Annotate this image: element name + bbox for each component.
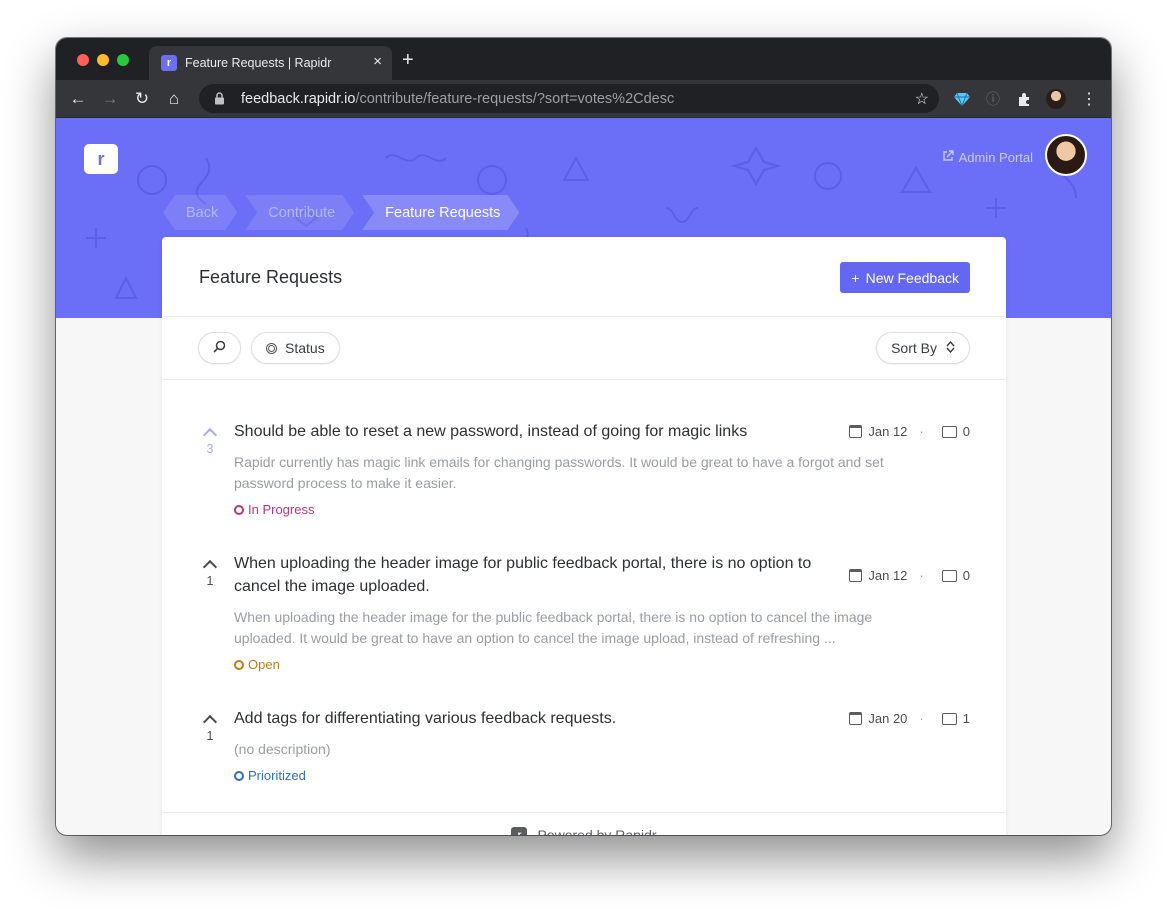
feedback-title[interactable]: Add tags for differentiating various fee… xyxy=(234,707,834,730)
feedback-meta: Jan 12 · 0 xyxy=(849,424,970,439)
home-icon[interactable]: ⌂ xyxy=(164,89,184,109)
comment-icon xyxy=(941,712,957,725)
tab-title: Feature Requests | Rapidr xyxy=(185,56,332,70)
meta-separator: · xyxy=(919,424,924,439)
profile-avatar[interactable] xyxy=(1046,89,1066,109)
status-ring-icon xyxy=(234,504,244,515)
rapidr-logo[interactable]: r xyxy=(84,144,118,174)
comment-icon xyxy=(941,569,957,582)
gem-extension-icon[interactable] xyxy=(952,89,972,109)
new-tab-button[interactable]: + xyxy=(402,50,414,70)
feedback-list: 3 Should be able to reset a new password… xyxy=(162,380,1006,792)
browser-toolbar: ← → ↻ ⌂ feedback.rapidr.io/contribute/fe… xyxy=(56,80,1111,118)
new-feedback-button[interactable]: + New Feedback xyxy=(840,262,970,293)
status-badge: In Progress xyxy=(234,502,314,517)
board-header: Feature Requests + New Feedback xyxy=(162,237,1006,317)
sort-by-dropdown[interactable]: Sort By xyxy=(876,332,970,364)
vote-count: 3 xyxy=(206,442,214,456)
tab-strip: r Feature Requests | Rapidr × + xyxy=(56,38,1111,80)
external-link-icon xyxy=(942,150,954,165)
forward-arrow-icon[interactable]: → xyxy=(100,89,120,109)
reload-icon[interactable]: ↻ xyxy=(132,89,152,109)
calendar-icon xyxy=(849,425,863,438)
feedback-date: Jan 12 xyxy=(868,424,908,439)
puzzle-extensions-icon[interactable] xyxy=(1014,89,1034,109)
breadcrumb-back[interactable]: Back xyxy=(163,195,237,230)
feedback-title[interactable]: Should be able to reset a new password, … xyxy=(234,420,834,443)
powered-by-label: Powered by Rapidr xyxy=(537,827,657,835)
browser-window: r Feature Requests | Rapidr × + ← → ↻ ⌂ … xyxy=(56,38,1111,835)
upvote-arrow-icon xyxy=(202,714,218,730)
powered-by-footer[interactable]: r Powered by Rapidr xyxy=(162,812,1006,835)
url-path: /contribute/feature-requests/?sort=votes… xyxy=(355,90,675,107)
new-feedback-label: New Feedback xyxy=(865,269,959,286)
search-icon xyxy=(213,340,226,356)
sort-by-label: Sort By xyxy=(891,340,937,356)
filter-bar: Status Sort By xyxy=(162,317,1006,380)
browser-menu-icon[interactable]: ⋮ xyxy=(1079,89,1099,109)
maximize-window-button[interactable] xyxy=(117,54,129,66)
minimize-window-button[interactable] xyxy=(97,54,109,66)
status-badge: Prioritized xyxy=(234,768,306,783)
plus-icon: + xyxy=(851,269,860,286)
tab-close-icon[interactable]: × xyxy=(373,54,382,70)
calendar-icon xyxy=(849,569,863,582)
bookmark-star-icon[interactable]: ☆ xyxy=(915,89,929,109)
upvote-arrow-icon xyxy=(202,427,218,443)
feedback-meta: Jan 20 · 1 xyxy=(849,711,970,726)
status-label: Open xyxy=(248,657,280,672)
comment-count: 0 xyxy=(962,424,970,439)
info-extension-icon[interactable]: ⓘ xyxy=(983,89,1003,109)
status-ring-icon xyxy=(234,659,244,670)
feedback-board-card: Feature Requests + New Feedback Status S… xyxy=(162,237,1006,835)
back-arrow-icon[interactable]: ← xyxy=(68,89,88,109)
status-ring-icon xyxy=(234,770,244,781)
page-title: Feature Requests xyxy=(199,267,343,287)
status-filter-icon xyxy=(266,342,277,354)
upvote-button[interactable]: 3 xyxy=(200,427,220,456)
feedback-description: (no description) xyxy=(234,741,331,757)
user-avatar[interactable] xyxy=(1045,134,1087,176)
status-badge: Open xyxy=(234,657,280,672)
upvote-arrow-icon xyxy=(202,559,218,575)
feedback-description: Rapidr currently has magic link emails f… xyxy=(234,454,884,491)
comment-count: 0 xyxy=(962,568,970,583)
search-button[interactable] xyxy=(198,332,241,364)
close-window-button[interactable] xyxy=(77,54,89,66)
upvote-button[interactable]: 1 xyxy=(200,714,220,743)
meta-separator: · xyxy=(919,711,924,726)
rapidr-favicon-icon: r xyxy=(161,55,177,71)
rapidr-small-logo-icon: r xyxy=(511,827,528,835)
feedback-description: When uploading the header image for the … xyxy=(234,609,873,646)
admin-portal-link[interactable]: Admin Portal xyxy=(942,150,1033,165)
admin-portal-label: Admin Portal xyxy=(958,150,1033,165)
sort-arrows-icon xyxy=(946,340,955,356)
url-host: feedback.rapidr.io xyxy=(241,90,356,107)
address-bar[interactable]: feedback.rapidr.io/contribute/feature-re… xyxy=(199,84,939,113)
browser-tab[interactable]: r Feature Requests | Rapidr × xyxy=(149,46,392,80)
feedback-meta: Jan 12 · 0 xyxy=(849,568,970,583)
status-label: Prioritized xyxy=(248,768,306,783)
status-filter-label: Status xyxy=(285,340,325,356)
comment-count: 1 xyxy=(962,711,970,726)
vote-count: 1 xyxy=(206,729,214,743)
lock-icon xyxy=(211,91,227,107)
breadcrumb-contribute[interactable]: Contribute xyxy=(245,195,354,230)
meta-separator: · xyxy=(919,568,924,583)
vote-count: 1 xyxy=(206,574,214,588)
feedback-date: Jan 12 xyxy=(868,568,908,583)
breadcrumb-feature-requests[interactable]: Feature Requests xyxy=(362,195,519,230)
feedback-date: Jan 20 xyxy=(868,711,908,726)
calendar-icon xyxy=(849,712,863,725)
comment-icon xyxy=(941,425,957,438)
feedback-title[interactable]: When uploading the header image for publ… xyxy=(234,552,834,598)
status-filter-button[interactable]: Status xyxy=(251,332,340,364)
breadcrumb: Back Contribute Feature Requests xyxy=(163,195,527,230)
status-label: In Progress xyxy=(248,502,315,517)
upvote-button[interactable]: 1 xyxy=(200,559,220,588)
